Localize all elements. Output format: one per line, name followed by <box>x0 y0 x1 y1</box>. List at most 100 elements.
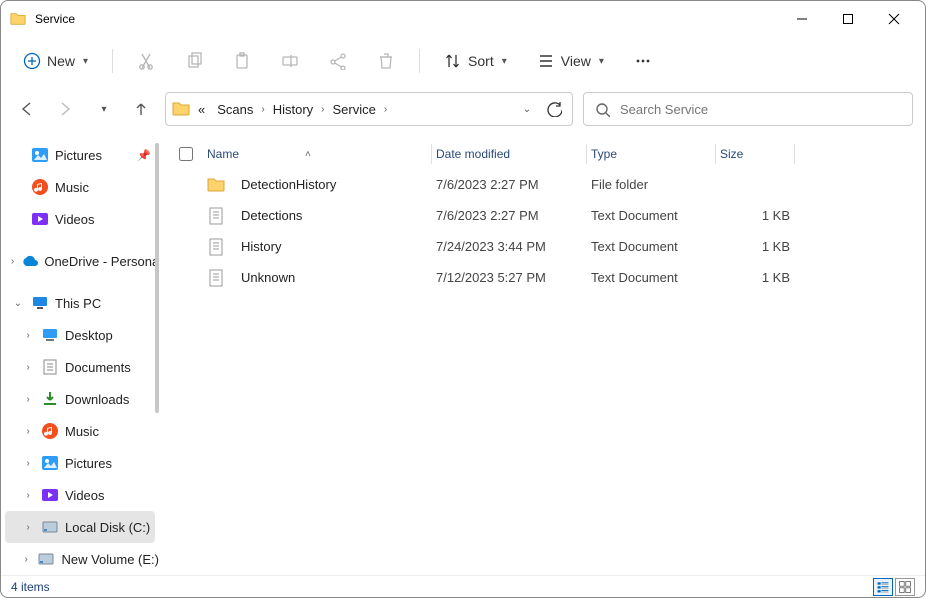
refresh-button[interactable] <box>542 101 566 117</box>
sidebar-item-pictures[interactable]: Pictures 📌 <box>1 139 159 171</box>
chevron-down-icon[interactable]: ⌄ <box>11 298 25 309</box>
dots-icon <box>634 52 652 70</box>
close-button[interactable] <box>871 3 917 35</box>
videos-icon <box>41 486 59 504</box>
sidebar-item-label: Desktop <box>65 328 113 343</box>
details-view-button[interactable] <box>873 578 893 596</box>
new-button[interactable]: New ▾ <box>13 46 98 76</box>
sidebar-item-downloads[interactable]: › Downloads <box>1 383 159 415</box>
more-button[interactable] <box>624 46 662 76</box>
column-date[interactable]: Date modified <box>436 147 582 161</box>
chevron-down-icon: ▾ <box>599 56 604 67</box>
file-type: Text Document <box>591 270 711 285</box>
pictures-icon <box>31 146 49 164</box>
file-row[interactable]: Detections 7/6/2023 2:27 PM Text Documen… <box>169 200 915 231</box>
chevron-right-icon[interactable]: › <box>21 362 35 373</box>
chevron-right-icon[interactable]: › <box>384 104 387 115</box>
forward-icon <box>56 100 74 118</box>
chevron-right-icon[interactable]: › <box>21 554 31 565</box>
breadcrumb-scans[interactable]: Scans <box>213 100 257 119</box>
chevron-right-icon[interactable]: › <box>21 458 35 469</box>
column-size[interactable]: Size <box>720 147 790 161</box>
sidebar-item-pictures[interactable]: › Pictures <box>1 447 159 479</box>
file-row[interactable]: History 7/24/2023 3:44 PM Text Document … <box>169 231 915 262</box>
file-name: DetectionHistory <box>203 176 427 194</box>
column-separator[interactable] <box>794 144 795 164</box>
paste-icon <box>233 52 251 70</box>
sidebar-scrollbar[interactable] <box>153 133 159 575</box>
cut-button[interactable] <box>127 46 165 76</box>
file-size: 1 KB <box>720 270 790 285</box>
rename-button[interactable] <box>271 46 309 76</box>
sidebar-scrollbar-thumb[interactable] <box>155 143 159 413</box>
column-name[interactable]: Name˄ <box>203 147 427 161</box>
sidebar-item-label: Local Disk (C:) <box>65 520 150 535</box>
address-dropdown[interactable]: ⌄ <box>514 104 538 115</box>
file-row[interactable]: Unknown 7/12/2023 5:27 PM Text Document … <box>169 262 915 293</box>
search-box[interactable] <box>583 92 913 126</box>
chevron-down-icon: ⌄ <box>523 104 531 115</box>
chevron-right-icon[interactable]: › <box>21 394 35 405</box>
maximize-button[interactable] <box>825 3 871 35</box>
chevron-down-icon: ▾ <box>101 104 106 115</box>
copy-button[interactable] <box>175 46 213 76</box>
disk-icon <box>41 518 59 536</box>
chevron-right-icon[interactable]: › <box>21 522 35 533</box>
sidebar-item-label: New Volume (E:) <box>61 552 159 567</box>
chevron-right-icon[interactable]: › <box>21 490 35 501</box>
search-input[interactable] <box>620 102 902 117</box>
chevron-right-icon[interactable]: › <box>261 104 264 115</box>
thumbnails-view-button[interactable] <box>895 578 915 596</box>
sidebar-item-local-disk-c-[interactable]: › Local Disk (C:) <box>5 511 155 543</box>
share-icon <box>329 52 347 70</box>
sidebar-item-this-pc[interactable]: ⌄ This PC <box>1 287 159 319</box>
sort-button[interactable]: Sort ▾ <box>434 46 517 76</box>
column-separator[interactable] <box>431 144 432 164</box>
sidebar-item-desktop[interactable]: › Desktop <box>1 319 159 351</box>
view-button[interactable]: View ▾ <box>527 46 614 76</box>
file-list: Name˄ Date modified Type Size DetectionH… <box>159 133 925 575</box>
file-name: Unknown <box>203 269 427 287</box>
sidebar-item-documents[interactable]: › Documents <box>1 351 159 383</box>
sidebar-item-videos[interactable]: Videos <box>1 203 159 235</box>
file-row[interactable]: DetectionHistory 7/6/2023 2:27 PM File f… <box>169 169 915 200</box>
paste-button[interactable] <box>223 46 261 76</box>
column-headers: Name˄ Date modified Type Size <box>169 139 915 169</box>
sidebar-item-label: Videos <box>55 212 95 227</box>
sidebar-item-videos[interactable]: › Videos <box>1 479 159 511</box>
file-date: 7/24/2023 3:44 PM <box>436 239 582 254</box>
sidebar-item-music[interactable]: Music <box>1 171 159 203</box>
up-button[interactable] <box>127 95 155 123</box>
chevron-right-icon[interactable]: › <box>11 256 14 267</box>
view-icon <box>537 52 555 70</box>
column-type[interactable]: Type <box>591 147 711 161</box>
status-bar: 4 items <box>1 575 925 597</box>
column-separator[interactable] <box>586 144 587 164</box>
select-all-checkbox[interactable] <box>169 147 203 161</box>
minimize-button[interactable] <box>779 3 825 35</box>
sidebar-item-onedrive[interactable]: › OneDrive - Personal <box>1 245 159 277</box>
sidebar-item-new-volume-e-[interactable]: › New Volume (E:) <box>1 543 159 575</box>
forward-button[interactable] <box>51 95 79 123</box>
breadcrumb-service[interactable]: Service <box>329 100 380 119</box>
text-icon <box>207 238 225 256</box>
recent-dropdown[interactable]: ▾ <box>89 95 117 123</box>
text-icon <box>207 269 225 287</box>
chevron-right-icon[interactable]: › <box>321 104 324 115</box>
file-date: 7/6/2023 2:27 PM <box>436 208 582 223</box>
column-separator[interactable] <box>715 144 716 164</box>
chevron-right-icon[interactable]: › <box>21 426 35 437</box>
share-button[interactable] <box>319 46 357 76</box>
address-bar[interactable]: « Scans › History › Service › ⌄ <box>165 92 573 126</box>
sidebar-item-label: Documents <box>65 360 131 375</box>
breadcrumb-prefix: « <box>194 100 209 119</box>
delete-button[interactable] <box>367 46 405 76</box>
chevron-right-icon[interactable]: › <box>21 330 35 341</box>
back-button[interactable] <box>13 95 41 123</box>
sidebar-item-music[interactable]: › Music <box>1 415 159 447</box>
sidebar-item-label: Pictures <box>55 148 102 163</box>
pictures-icon <box>41 454 59 472</box>
separator <box>112 49 113 73</box>
breadcrumb-history[interactable]: History <box>269 100 317 119</box>
copy-icon <box>185 52 203 70</box>
